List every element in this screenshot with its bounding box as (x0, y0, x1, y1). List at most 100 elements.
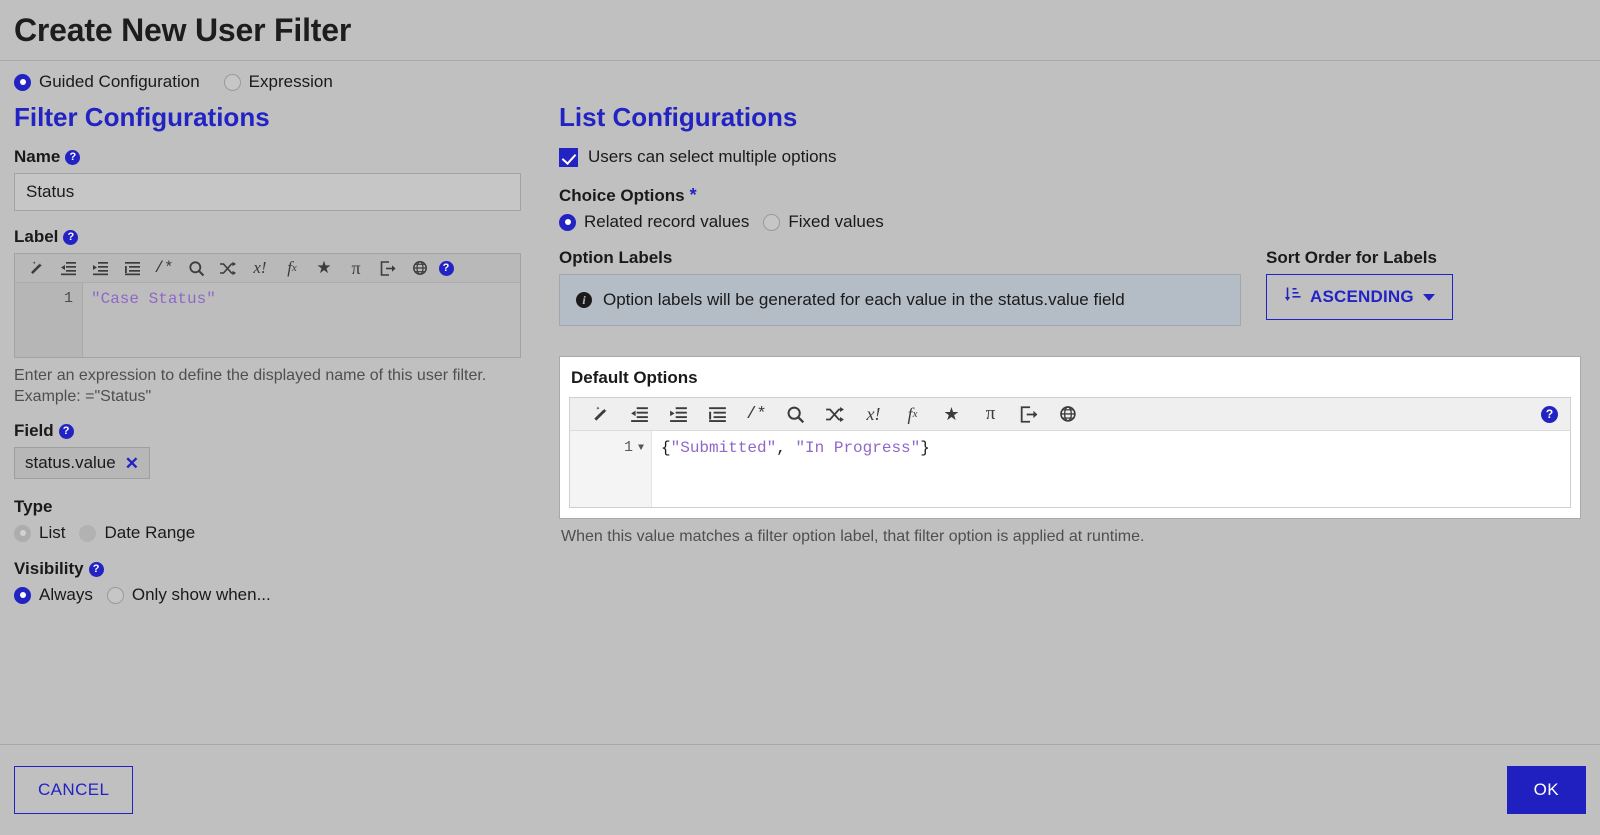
radio-type-date-range-icon (79, 524, 97, 542)
magic-wand-icon[interactable] (21, 256, 51, 281)
outdent-icon[interactable] (53, 256, 83, 281)
option-labels-block: Option Labels i Option labels will be ge… (559, 248, 1241, 326)
option-labels-info-text: Option labels will be generated for each… (603, 290, 1125, 309)
name-input[interactable] (14, 173, 521, 211)
magic-wand-icon[interactable] (582, 400, 619, 428)
label-help-icon[interactable]: ? (63, 229, 79, 245)
mode-option-expression-label: Expression (248, 72, 333, 91)
multiselect-checkbox-label: Users can select multiple options (588, 147, 837, 166)
code-comma: , (776, 439, 796, 457)
search-icon[interactable] (181, 256, 211, 281)
ok-button[interactable]: OK (1506, 766, 1586, 814)
choice-option-fixed-values[interactable]: Fixed values (763, 212, 884, 232)
shuffle-icon[interactable] (213, 256, 243, 281)
label-editor-help-icon[interactable]: ? (431, 256, 461, 281)
default-options-line-number: 1 (623, 439, 633, 456)
field-label-text: Field (14, 421, 54, 441)
indent-icon[interactable] (85, 256, 115, 281)
list-icon[interactable] (699, 400, 736, 428)
default-options-code[interactable]: {"Submitted", "In Progress"} (652, 431, 1570, 507)
sort-ascending-icon (1284, 286, 1301, 308)
radio-fixed-values-icon[interactable] (763, 213, 781, 231)
visibility-option-only-show-when[interactable]: Only show when... (106, 585, 271, 605)
indent-icon[interactable] (660, 400, 697, 428)
outdent-icon[interactable] (621, 400, 658, 428)
info-icon: i (576, 292, 592, 308)
name-help-icon[interactable]: ? (65, 149, 81, 165)
radio-expression-icon[interactable] (223, 73, 241, 91)
option-labels-label-text: Option Labels (559, 248, 673, 267)
globe-icon[interactable] (1050, 400, 1087, 428)
radio-type-list-icon (14, 524, 31, 542)
filter-configurations-heading: Filter Configurations (14, 102, 270, 132)
type-option-date-range: Date Range (79, 523, 195, 543)
multiselect-checkbox[interactable] (559, 147, 578, 167)
clear-variable-icon[interactable]: x! (245, 256, 275, 281)
label-expression-editor: /* x! fx ★ π ? 1 "Case Status" (14, 253, 521, 358)
pi-icon[interactable]: π (341, 256, 371, 281)
list-icon[interactable] (117, 256, 147, 281)
visibility-radio-group: Always Only show when... (14, 585, 534, 605)
pi-icon[interactable]: π (972, 400, 1009, 428)
multiselect-checkbox-row[interactable]: Users can select multiple options (559, 147, 1586, 167)
visibility-option-always[interactable]: Always (14, 585, 93, 605)
label-editor-toolbar: /* x! fx ★ π ? (15, 254, 520, 283)
visibility-label-text: Visibility (14, 559, 84, 579)
code-open-brace: { (661, 439, 671, 457)
code-string-submitted: "Submitted" (670, 439, 777, 457)
star-icon[interactable]: ★ (309, 256, 339, 281)
sort-order-label-text: Sort Order for Labels (1266, 248, 1437, 267)
star-icon[interactable]: ★ (933, 400, 970, 428)
clear-variable-icon[interactable]: x! (855, 400, 892, 428)
required-marker: * (689, 185, 697, 205)
code-close-brace: } (920, 439, 930, 457)
field-chip-label: status.value (25, 453, 116, 473)
field-chip[interactable]: status.value ✕ (14, 447, 150, 480)
code-fold-icon[interactable]: ▼ (638, 439, 644, 459)
radio-related-record-values-icon[interactable] (559, 213, 576, 231)
choice-option-related-record-values-label: Related record values (584, 212, 750, 231)
function-icon[interactable]: fx (277, 256, 307, 281)
radio-visibility-always-icon[interactable] (14, 586, 31, 604)
default-options-editor-body: 1 ▼ {"Submitted", "In Progress"} (570, 431, 1570, 507)
label-editor-gutter: 1 (15, 283, 83, 357)
mode-option-guided-configuration[interactable]: Guided Configuration (14, 72, 200, 92)
dialog-titlebar: Create New User Filter (0, 0, 1600, 61)
field-help-icon[interactable]: ? (58, 423, 74, 439)
cancel-button[interactable]: CANCEL (14, 766, 134, 814)
type-radio-group: List Date Range (14, 523, 534, 543)
dialog-body: Filter Configurations Name ? Label ? /* … (0, 98, 1600, 621)
list-configurations-panel: List Configurations Users can select mul… (534, 98, 1586, 621)
code-string-in-progress: "In Progress" (795, 439, 921, 457)
close-icon[interactable]: ✕ (125, 455, 139, 472)
comment-icon[interactable]: /* (149, 256, 179, 281)
export-icon[interactable] (373, 256, 403, 281)
visibility-help-icon[interactable]: ? (88, 561, 104, 577)
label-editor-code[interactable]: "Case Status" (83, 283, 520, 357)
option-labels-label: Option Labels (559, 248, 1241, 268)
sort-order-button-label: ASCENDING (1310, 287, 1414, 306)
default-options-editor: /* x! fx ★ π ? 1 ▼ {"Submitted", "In Pro… (569, 397, 1571, 508)
sort-order-block: Sort Order for Labels ASCENDING (1241, 248, 1453, 320)
visibility-option-only-show-when-label: Only show when... (131, 585, 271, 605)
sort-order-dropdown-button[interactable]: ASCENDING (1266, 274, 1453, 320)
default-options-help-icon[interactable]: ? (1541, 405, 1558, 423)
choice-option-related-record-values[interactable]: Related record values (559, 212, 749, 232)
function-icon[interactable]: fx (894, 400, 931, 428)
radio-guided-configuration-icon[interactable] (14, 73, 31, 91)
field-field-label: Field ? (14, 421, 534, 441)
type-option-date-range-label: Date Range (104, 523, 196, 543)
radio-visibility-conditional-icon[interactable] (106, 586, 124, 604)
option-labels-info-box: i Option labels will be generated for ea… (559, 274, 1241, 326)
mode-option-expression[interactable]: Expression (223, 72, 333, 92)
shuffle-icon[interactable] (816, 400, 853, 428)
comment-icon[interactable]: /* (738, 400, 775, 428)
search-icon[interactable] (777, 400, 814, 428)
sort-order-label: Sort Order for Labels (1266, 248, 1453, 268)
default-options-hint: When this value matches a filter option … (561, 528, 1145, 545)
choice-options-radio-group: Related record values Fixed values (559, 212, 1586, 232)
type-field-label: Type (14, 497, 534, 517)
export-icon[interactable] (1011, 400, 1048, 428)
label-label-text: Label (14, 227, 59, 246)
default-options-card: Default Options /* x! fx ★ π ? 1 ▼ {"Sub… (559, 356, 1581, 519)
